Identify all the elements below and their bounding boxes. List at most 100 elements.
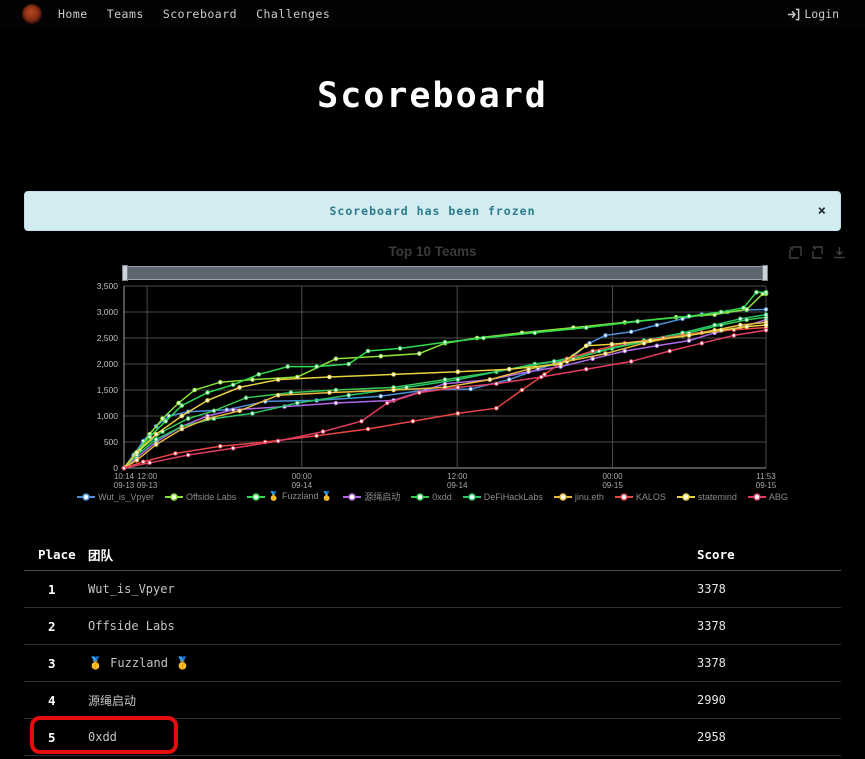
legend-item[interactable]: jinu.eth [554, 490, 604, 503]
svg-text:09-13: 09-13 [114, 481, 135, 488]
legend-marker-icon [165, 493, 183, 501]
legend-label: Wut_is_Vpyer [98, 492, 154, 502]
frozen-alert: Scoreboard has been frozen × [24, 191, 841, 231]
legend-item[interactable]: Offside Labs [165, 490, 236, 503]
datazoom-slider[interactable] [124, 266, 766, 280]
legend-marker-icon [615, 493, 633, 501]
legend-label: KALOS [636, 492, 666, 502]
col-header-score: Score [697, 538, 841, 571]
navbar: Home Teams Scoreboard Challenges Login [0, 0, 865, 28]
svg-text:3,500: 3,500 [97, 282, 119, 291]
chart-legend: Wut_is_Vpyer Offside Labs 🥇 Fuzzland 🥇 源绳启动… [24, 490, 841, 503]
legend-item[interactable]: KALOS [615, 490, 666, 503]
legend-label: 源绳启动 [364, 490, 400, 503]
legend-label: DeFiHackLabs [484, 492, 543, 502]
svg-text:1,500: 1,500 [97, 385, 119, 395]
legend-item[interactable]: 源绳启动 [343, 490, 400, 503]
legend-marker-icon [247, 493, 265, 501]
alert-message: Scoreboard has been frozen [329, 204, 535, 218]
datazoom-handle-left[interactable] [122, 265, 128, 281]
legend-item[interactable]: 0xdd [411, 490, 452, 503]
cell-team-name[interactable]: 源绳启动 [88, 682, 697, 719]
svg-text:11:53: 11:53 [756, 472, 776, 481]
legend-label: Offside Labs [186, 492, 236, 502]
svg-text:09-15: 09-15 [756, 481, 777, 488]
alert-close-button[interactable]: × [818, 204, 826, 218]
table-row: 1Wut_is_Vpyer3378 [24, 571, 841, 608]
nav-item-scoreboard[interactable]: Scoreboard [163, 7, 237, 21]
svg-text:09-13: 09-13 [137, 481, 158, 488]
legend-label: statemind [698, 492, 737, 502]
chart-title: Top 10 Teams [24, 244, 841, 259]
datazoom-handle-right[interactable] [762, 265, 768, 281]
svg-text:12:00: 12:00 [447, 472, 468, 481]
legend-item[interactable]: ABG [748, 490, 788, 503]
cell-team-name[interactable]: Wut_is_Vpyer [88, 571, 697, 608]
legend-marker-icon [554, 493, 572, 501]
site-logo-icon[interactable] [22, 4, 42, 24]
legend-item[interactable]: statemind [677, 490, 737, 503]
legend-label: jinu.eth [575, 492, 604, 502]
cell-score: 3378 [697, 571, 841, 608]
score-chart-canvas[interactable]: 05001,0001,5002,0002,5003,0003,50010:140… [24, 282, 841, 488]
svg-text:1,000: 1,000 [97, 411, 119, 421]
svg-text:10:14: 10:14 [114, 472, 135, 481]
cell-place: 3 [24, 645, 88, 682]
save-image-icon[interactable] [832, 245, 847, 260]
svg-text:09-14: 09-14 [292, 481, 313, 488]
legend-marker-icon [411, 493, 429, 501]
table-row: 50xdd2958 [24, 719, 841, 756]
legend-item[interactable]: DeFiHackLabs [463, 490, 543, 503]
legend-label: ABG [769, 492, 788, 502]
nav-item-home[interactable]: Home [58, 7, 88, 21]
col-header-team: 团队 [88, 538, 697, 571]
cell-score: 2990 [697, 682, 841, 719]
data-zoom-icon[interactable] [788, 245, 803, 260]
svg-text:12:00: 12:00 [137, 472, 158, 481]
chart-toolbox [788, 245, 847, 260]
table-header-row: Place 团队 Score [24, 538, 841, 571]
nav-item-challenges[interactable]: Challenges [256, 7, 330, 21]
login-link[interactable]: Login [787, 7, 839, 21]
scoreboard-table-wrap: Place 团队 Score 1Wut_is_Vpyer33782Offside… [24, 538, 841, 756]
cell-team-name[interactable]: 🥇 Fuzzland 🥇 [88, 645, 697, 682]
legend-marker-icon [463, 493, 481, 501]
login-label: Login [804, 7, 839, 21]
nav-links: Home Teams Scoreboard Challenges [58, 7, 330, 21]
scoreboard-page: Home Teams Scoreboard Challenges Login S… [0, 0, 865, 759]
cell-place: 4 [24, 682, 88, 719]
scoreboard-table: Place 团队 Score 1Wut_is_Vpyer33782Offside… [24, 538, 841, 756]
svg-text:500: 500 [104, 437, 118, 447]
svg-text:09-14: 09-14 [447, 481, 468, 488]
cell-score: 2958 [697, 719, 841, 756]
legend-item[interactable]: Wut_is_Vpyer [77, 490, 154, 503]
col-header-place: Place [24, 538, 88, 571]
svg-text:3,000: 3,000 [97, 307, 119, 317]
cell-team-name[interactable]: Offside Labs [88, 608, 697, 645]
cell-score: 3378 [697, 608, 841, 645]
legend-marker-icon [748, 493, 766, 501]
cell-place: 5 [24, 719, 88, 756]
table-row: 3🥇 Fuzzland 🥇3378 [24, 645, 841, 682]
legend-label: 🥇 Fuzzland 🥇 [268, 491, 332, 502]
cell-place: 2 [24, 608, 88, 645]
table-row: 2Offside Labs3378 [24, 608, 841, 645]
svg-text:2,500: 2,500 [97, 333, 119, 343]
legend-marker-icon [677, 493, 695, 501]
legend-item[interactable]: 🥇 Fuzzland 🥇 [247, 490, 332, 503]
nav-item-teams[interactable]: Teams [107, 7, 144, 21]
page-title: Scoreboard [0, 76, 865, 116]
table-row: 4源绳启动2990 [24, 682, 841, 719]
sign-in-icon [787, 8, 800, 21]
legend-marker-icon [77, 493, 95, 501]
cell-place: 1 [24, 571, 88, 608]
svg-text:2,000: 2,000 [97, 359, 119, 369]
score-graph-section: Top 10 Teams 05001,0001,5002,0 [24, 240, 841, 508]
svg-text:09-15: 09-15 [602, 481, 623, 488]
restore-icon[interactable] [810, 245, 825, 260]
svg-text:00:00: 00:00 [292, 472, 313, 481]
cell-score: 3378 [697, 645, 841, 682]
legend-marker-icon [343, 493, 361, 501]
svg-text:00:00: 00:00 [603, 472, 624, 481]
cell-team-name[interactable]: 0xdd [88, 719, 697, 756]
